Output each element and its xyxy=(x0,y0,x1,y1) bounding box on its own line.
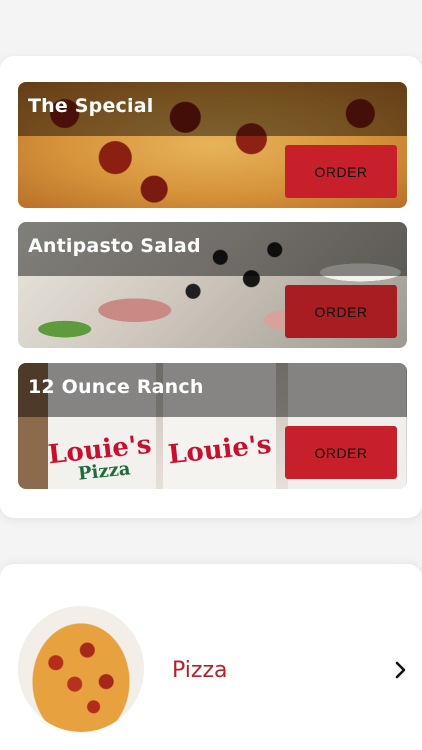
cup-brand-text: Louie's xyxy=(166,429,273,471)
promo-card-antipasto-salad[interactable]: Antipasto Salad ORDER xyxy=(18,222,407,348)
cup-sub-text: Pizza xyxy=(77,458,132,485)
promo-title: The Special xyxy=(28,95,154,117)
order-button[interactable]: ORDER xyxy=(285,426,397,479)
category-label: Pizza xyxy=(172,658,228,683)
promo-title: Antipasto Salad xyxy=(28,235,201,257)
chevron-right-icon[interactable] xyxy=(393,660,409,680)
promo-title: 12 Ounce Ranch xyxy=(28,376,204,398)
specials-panel: The Special ORDER Antipasto Salad ORDER … xyxy=(0,56,422,518)
promo-card-12-ounce-ranch[interactable]: Louie's Louie's Pizza 12 Ounce Ranch ORD… xyxy=(18,363,407,489)
top-spacer xyxy=(0,0,422,56)
pizza-thumbnail xyxy=(18,606,144,732)
order-button[interactable]: ORDER xyxy=(285,145,397,198)
category-row-pizza[interactable]: Pizza xyxy=(0,564,422,750)
order-button[interactable]: ORDER xyxy=(285,285,397,338)
promo-card-the-special[interactable]: The Special ORDER xyxy=(18,82,407,208)
